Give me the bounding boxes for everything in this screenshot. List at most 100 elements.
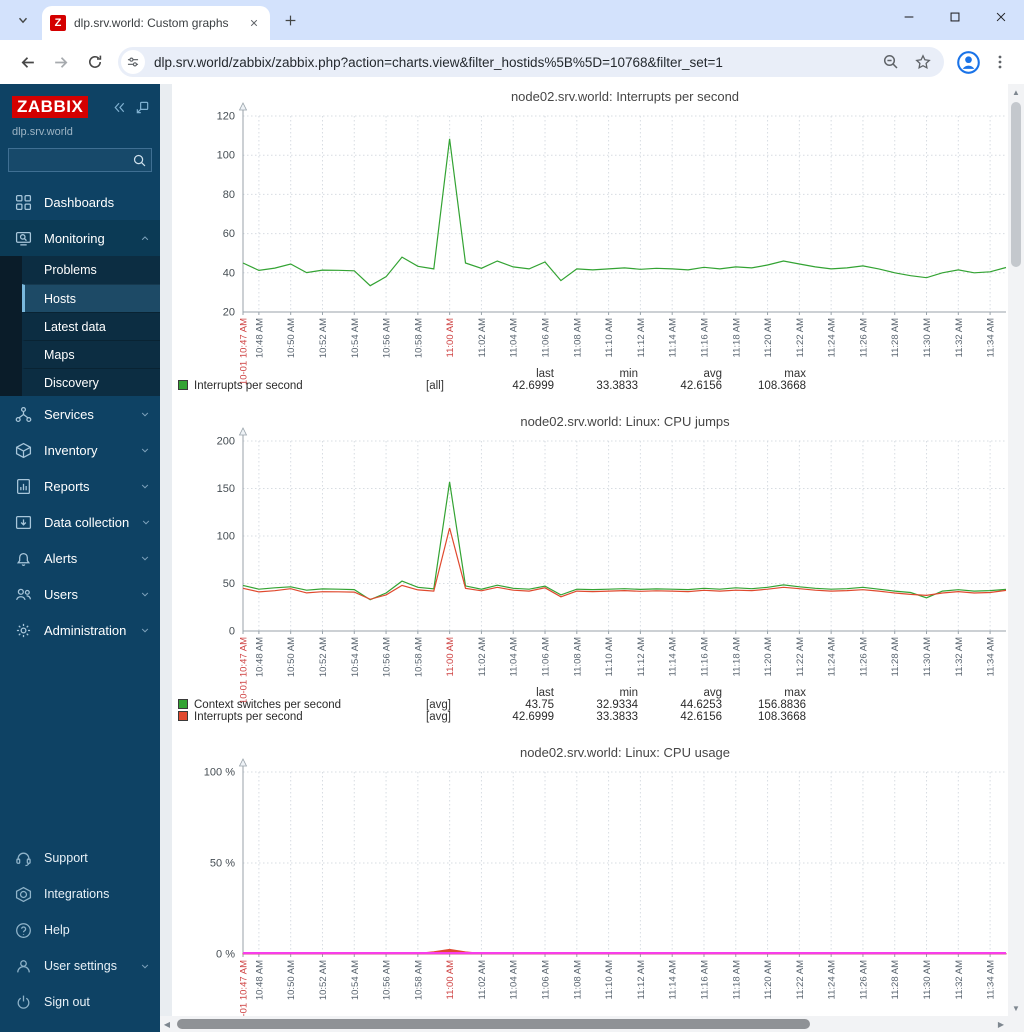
horizontal-scrollbar[interactable]: ◀ ▶ — [160, 1016, 1008, 1032]
svg-text:11:26 AM: 11:26 AM — [858, 960, 869, 1000]
svg-text:11:06 AM: 11:06 AM — [541, 318, 552, 358]
chart-plot[interactable]: 10-01 10:47 AM 10:48 AM 10:50 AM 10:52 AM 10… — [172, 102, 1008, 385]
server-name-label: dlp.srv.world — [12, 126, 73, 138]
scroll-right-arrow-icon[interactable]: ▶ — [994, 1020, 1008, 1029]
svg-text:11:24 AM: 11:24 AM — [827, 637, 838, 677]
undock-sidebar-icon[interactable] — [135, 100, 150, 115]
scroll-left-arrow-icon[interactable]: ◀ — [160, 1020, 174, 1029]
charts-area: node02.srv.world: Interrupts per second 1… — [172, 84, 1008, 1016]
site-info-button[interactable] — [121, 50, 145, 74]
horizontal-scrollbar-thumb[interactable] — [177, 1019, 810, 1029]
url-text[interactable]: dlp.srv.world/zabbix/zabbix.php?action=c… — [154, 55, 870, 70]
svg-text:80: 80 — [223, 189, 235, 201]
legend-header-row: last min avg max — [536, 368, 806, 380]
legend-last-value: 42.6999 — [512, 711, 554, 723]
tab-search-button[interactable] — [8, 5, 38, 35]
address-bar[interactable]: dlp.srv.world/zabbix/zabbix.php?action=c… — [118, 47, 944, 77]
svg-text:10-01 10:47 AM: 10-01 10:47 AM — [239, 637, 250, 704]
svg-text:11:10 AM: 11:10 AM — [604, 318, 615, 358]
svg-text:10-01 10:47 AM: 10-01 10:47 AM — [239, 960, 250, 1016]
chart-plot[interactable]: 10-01 10:47 AM 10:48 AM 10:50 AM 10:52 AM 10… — [172, 427, 1008, 704]
svg-text:11:14 AM: 11:14 AM — [668, 637, 679, 677]
svg-text:10:58 AM: 10:58 AM — [413, 637, 424, 677]
legend-series-name: Context switches per second — [174, 699, 422, 711]
browser-titlebar: Z dlp.srv.world: Custom graphs — [0, 0, 1024, 40]
content-left-gutter — [160, 84, 172, 1016]
sidebar-item-latest-data[interactable]: Latest data — [22, 312, 160, 340]
chart-title: node02.srv.world: Linux: CPU usage — [519, 745, 731, 760]
sidebar-item-help[interactable]: Help — [0, 912, 160, 948]
zabbix-logo[interactable]: ZABBIX — [12, 96, 89, 118]
svg-text:0 %: 0 % — [216, 949, 235, 961]
sidebar-search-input[interactable] — [15, 152, 132, 168]
sidebar-item-data-collection[interactable]: Data collection — [0, 504, 160, 540]
legend-series-func: [all] — [426, 380, 444, 392]
logo-row: ZABBIX — [0, 84, 160, 124]
plus-icon — [285, 15, 295, 25]
browser-tab[interactable]: Z dlp.srv.world: Custom graphs — [42, 6, 270, 40]
chevron-down-icon — [140, 553, 150, 563]
sidebar-item-inventory[interactable]: Inventory — [0, 432, 160, 468]
sidebar-item-label: Monitoring — [44, 230, 105, 246]
sidebar-item-problems[interactable]: Problems — [22, 256, 160, 284]
sidebar-item-monitoring[interactable]: Monitoring — [0, 220, 160, 256]
vertical-scrollbar[interactable]: ▲ ▼ — [1008, 84, 1024, 1016]
svg-text:11:04 AM: 11:04 AM — [509, 318, 520, 358]
zoom-out-page-button[interactable] — [880, 51, 902, 73]
window-close-button[interactable] — [978, 0, 1024, 34]
sidebar-item-label: Alerts — [44, 550, 78, 566]
sidebar-item-reports[interactable]: Reports — [0, 468, 160, 504]
sidebar-item-integrations[interactable]: Integrations — [0, 876, 160, 912]
scroll-up-arrow-icon[interactable]: ▲ — [1008, 84, 1024, 100]
sidebar-item-discovery[interactable]: Discovery — [22, 368, 160, 396]
legend-min-value: 32.9334 — [596, 699, 638, 711]
sidebar-item-label: Support — [44, 851, 88, 865]
window-minimize-button[interactable] — [886, 0, 932, 34]
sidebar-item-user-settings[interactable]: User settings — [0, 948, 160, 984]
kebab-menu-icon — [998, 55, 1002, 69]
zabbix-sidebar: ZABBIX dlp.srv.world Dashboards Monitorin… — [0, 84, 160, 1032]
svg-text:11:20 AM: 11:20 AM — [763, 960, 774, 1000]
chart-canvas: 10-01 10:47 AM 10:48 AM 10:50 AM 10:52 AM 10… — [172, 102, 1008, 385]
sidebar-item-administration[interactable]: Administration — [0, 612, 160, 648]
legend-avg-value: 42.6156 — [680, 380, 722, 392]
bookmark-button[interactable] — [912, 51, 934, 73]
sidebar-item-users[interactable]: Users — [0, 576, 160, 612]
tab-close-button[interactable] — [246, 15, 262, 31]
forward-button[interactable] — [44, 45, 78, 79]
svg-text:11:26 AM: 11:26 AM — [858, 637, 869, 677]
sidebar-item-support[interactable]: Support — [0, 840, 160, 876]
chevron-down-icon — [140, 481, 150, 491]
svg-text:11:20 AM: 11:20 AM — [763, 637, 774, 677]
window-maximize-button[interactable] — [932, 0, 978, 34]
svg-text:10:52 AM: 10:52 AM — [318, 318, 329, 358]
svg-text:50: 50 — [223, 578, 235, 590]
sidebar-item-dashboards[interactable]: Dashboards — [0, 184, 160, 220]
sidebar-subitem-label: Hosts — [44, 291, 76, 306]
scroll-down-arrow-icon[interactable]: ▼ — [1008, 1000, 1024, 1016]
svg-text:11:24 AM: 11:24 AM — [827, 318, 838, 358]
chart-title: node02.srv.world: Interrupts per second — [510, 89, 740, 104]
vertical-scrollbar-thumb[interactable] — [1011, 102, 1021, 267]
sidebar-item-hosts[interactable]: Hosts — [22, 284, 160, 312]
svg-text:100 %: 100 % — [204, 767, 235, 779]
profile-button[interactable] — [952, 46, 984, 78]
legend-series-func: [avg] — [426, 711, 451, 723]
chart-plot[interactable]: 10-01 10:47 AM 10:48 AM 10:50 AM 10:52 AM 10… — [172, 758, 1008, 1016]
reload-button[interactable] — [78, 45, 112, 79]
browser-menu-button[interactable] — [986, 48, 1014, 76]
sidebar-item-services[interactable]: Services — [0, 396, 160, 432]
sidebar-item-sign-out[interactable]: Sign out — [0, 984, 160, 1020]
svg-text:100: 100 — [217, 531, 235, 543]
sidebar-item-alerts[interactable]: Alerts — [0, 540, 160, 576]
back-button[interactable] — [10, 45, 44, 79]
sidebar-main-menu: Dashboards Monitoring Problems Hosts Latest … — [0, 184, 160, 648]
dashboards-icon — [14, 193, 32, 211]
sidebar-item-maps[interactable]: Maps — [22, 340, 160, 368]
collapse-sidebar-icon[interactable] — [112, 100, 127, 115]
chart-legend: last min avg max Interrupts per second [all] 4… — [174, 368, 1008, 392]
sidebar-search[interactable] — [8, 148, 152, 172]
new-tab-button[interactable] — [276, 6, 304, 34]
legend-max-value: 108.3668 — [758, 711, 806, 723]
chevron-down-icon — [140, 409, 150, 419]
